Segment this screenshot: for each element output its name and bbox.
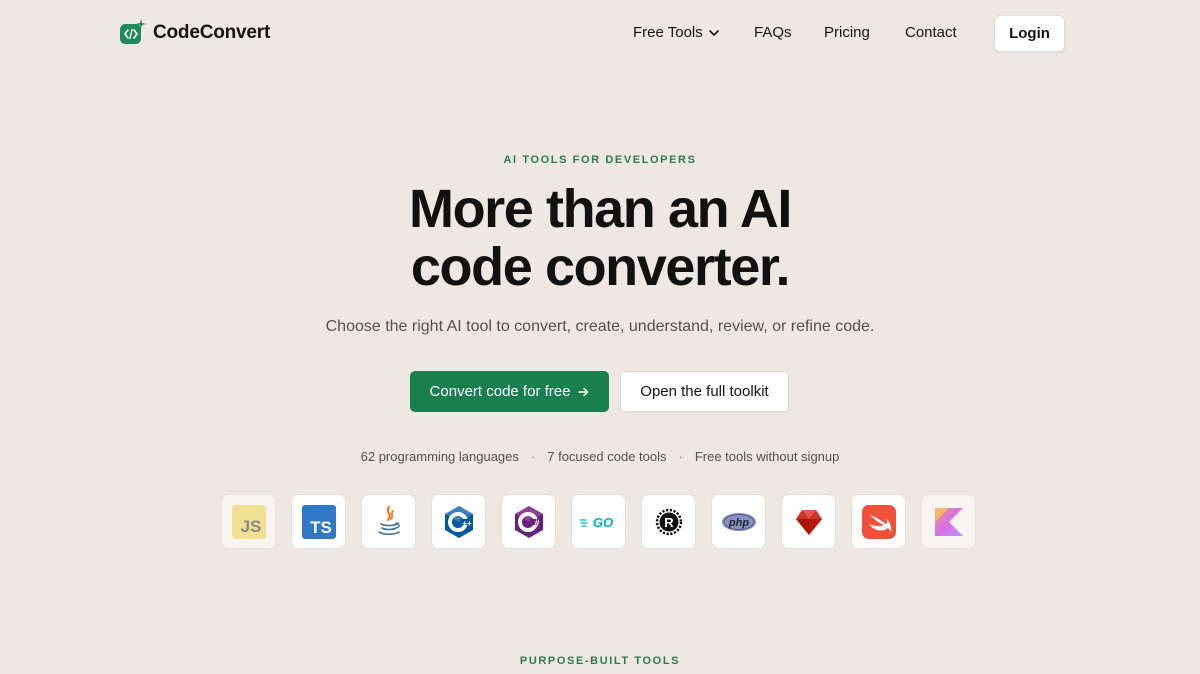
section-label-purpose-built: PURPOSE-BUILT TOOLS [519, 655, 681, 667]
stats-row: 62 programming languages · 7 focused cod… [0, 449, 1200, 464]
nav-item-free-tools[interactable]: Free Tools [633, 24, 719, 41]
swift-icon [861, 504, 896, 539]
hero-eyebrow: AI TOOLS FOR DEVELOPERS [503, 154, 697, 166]
language-javascript[interactable]: JS [221, 494, 276, 549]
svg-text:R: R [664, 515, 674, 530]
separator-dot: · [530, 449, 536, 464]
hero-subtitle: Choose the right AI tool to convert, cre… [325, 318, 875, 335]
hero-title: More than an AI code converter. [0, 180, 1200, 296]
svg-text:TS: TS [310, 518, 332, 537]
language-php[interactable]: php [711, 494, 766, 549]
stat-languages: 62 programming languages [360, 449, 519, 464]
ruby-icon [795, 509, 822, 535]
csharp-icon: # [514, 505, 543, 538]
language-ruby[interactable] [781, 494, 836, 549]
go-icon: GO [578, 515, 613, 530]
kotlin-icon [934, 507, 963, 536]
convert-code-button[interactable]: Convert code for free [410, 371, 609, 412]
php-icon: php [721, 512, 756, 531]
site-header: CodeConvert Free Tools FAQs Pricing Cont… [0, 0, 1200, 66]
svg-text:++: ++ [462, 519, 472, 528]
language-java[interactable] [361, 494, 416, 549]
rust-icon: R [655, 508, 682, 535]
javascript-icon: JS [231, 504, 266, 539]
hero-title-line-1: More than an AI [408, 179, 792, 239]
separator-dot: · [678, 449, 683, 464]
language-typescript[interactable]: TS [291, 494, 346, 549]
convert-code-button-label: Convert code for free [429, 383, 571, 400]
stat-tools: 7 focused code tools [547, 449, 667, 464]
svg-text:#: # [534, 518, 539, 528]
typescript-icon: TS [301, 504, 336, 539]
nav-item-label: Pricing [824, 24, 870, 41]
nav-item-faqs[interactable]: FAQs [754, 24, 792, 41]
java-icon [377, 505, 400, 535]
language-go[interactable]: GO [571, 494, 626, 549]
language-cpp[interactable]: ++ [431, 494, 486, 549]
language-icons-row: JS TS ++ # GO R php [221, 494, 981, 550]
svg-text:php: php [727, 517, 748, 529]
language-csharp[interactable]: # [501, 494, 556, 549]
hero-title-line-2: code converter. [410, 237, 791, 297]
cpp-icon: ++ [444, 505, 473, 538]
stat-signup: Free tools without signup [694, 449, 840, 464]
login-button[interactable]: Login [994, 15, 1065, 52]
open-toolkit-button[interactable]: Open the full toolkit [620, 371, 789, 412]
arrow-right-icon [578, 387, 589, 396]
nav-item-contact[interactable]: Contact [905, 24, 957, 41]
nav-item-label: Contact [905, 24, 957, 41]
language-kotlin[interactable] [921, 494, 976, 549]
nav-item-label: Free Tools [633, 24, 703, 41]
chevron-down-icon [708, 29, 719, 36]
svg-text:JS: JS [240, 517, 261, 536]
language-rust[interactable]: R [641, 494, 696, 549]
language-swift[interactable] [851, 494, 906, 549]
nav-item-label: FAQs [754, 24, 792, 41]
nav-item-pricing[interactable]: Pricing [824, 24, 870, 41]
svg-text:GO: GO [592, 515, 612, 530]
